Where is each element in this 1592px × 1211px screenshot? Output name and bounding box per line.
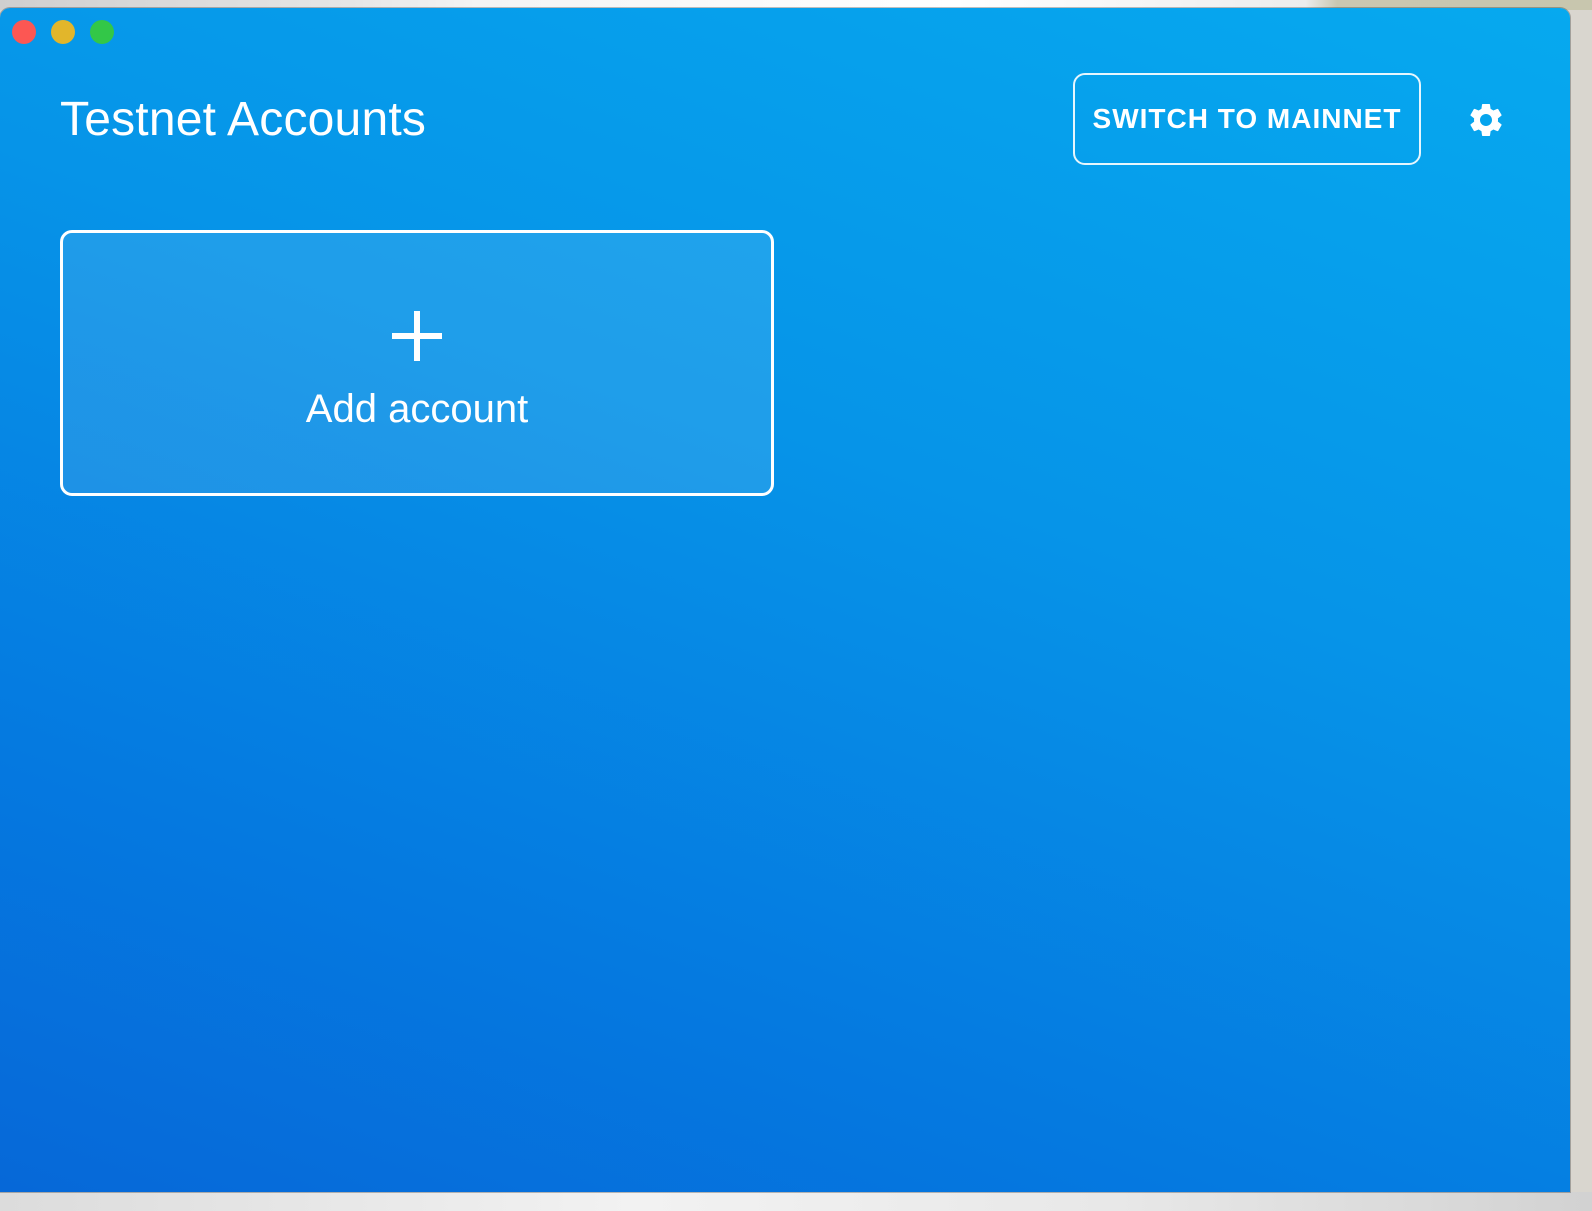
close-window-button[interactable]	[12, 20, 36, 44]
maximize-window-button[interactable]	[90, 20, 114, 44]
desktop-background-bottom	[0, 1192, 1592, 1211]
add-account-card[interactable]: Add account	[60, 230, 774, 496]
app-window: Testnet Accounts SWITCH TO MAINNET Add a…	[0, 8, 1570, 1192]
plus-icon	[392, 311, 442, 361]
switch-network-button[interactable]: SWITCH TO MAINNET	[1073, 73, 1421, 165]
add-account-label: Add account	[305, 387, 529, 431]
gear-icon-graphic	[1470, 103, 1502, 136]
minimize-window-button[interactable]	[51, 20, 75, 44]
window-controls	[12, 20, 114, 44]
gear-icon[interactable]	[1466, 100, 1506, 140]
page-title: Testnet Accounts	[60, 93, 427, 146]
